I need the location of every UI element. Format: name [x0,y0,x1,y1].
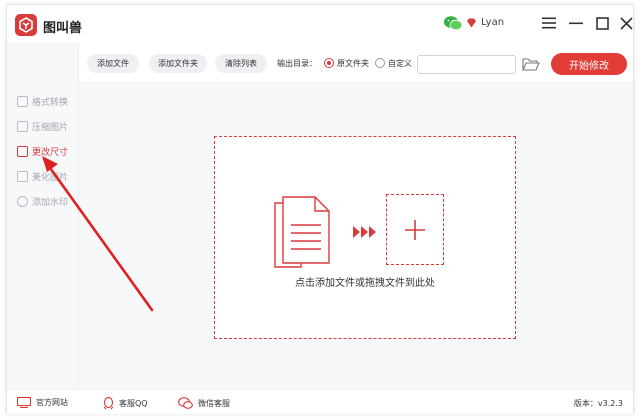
app-logo-icon [15,14,37,36]
official-website-link[interactable]: 官方网站 [17,397,68,408]
version-text: 版本：v3.2.3 [573,399,623,408]
app-title: 图叫兽 [43,21,83,36]
sidebar-item-label: 添加水印 [32,197,69,208]
folder-open-icon[interactable] [522,57,540,72]
minimize-icon [569,22,583,25]
resize-icon [17,145,28,157]
sidebar-item-label: 美化图片 [32,172,69,183]
service-qq-link[interactable]: 客服QQ [103,397,148,410]
sidebar-item-compress[interactable]: 压缩图片 [17,119,68,133]
plus-icon [405,219,425,240]
username[interactable]: Lyan [481,17,504,28]
output-path-input[interactable] [417,55,516,74]
add-file-button[interactable]: 添加文件 [87,54,139,73]
minimize-button[interactable] [567,14,585,32]
sidebar-item-watermark[interactable]: 添加水印 [17,194,68,208]
compress-icon [17,120,28,132]
radio-custom-label[interactable]: 自定义 [388,58,412,69]
add-file-box[interactable] [386,194,444,265]
sidebar-item-beautify[interactable]: 美化图片 [17,169,68,183]
main-area: 点击添加文件或拖拽文件到此处 [79,83,633,389]
convert-icon [17,95,28,107]
radio-original-folder[interactable] [324,58,334,68]
beautify-icon [17,170,28,182]
service-qq-label: 客服QQ [119,399,148,408]
status-bar: 官方网站 客服QQ 微信客服 版本：v3.2.3 [7,389,633,414]
sidebar: 格式转换 压缩图片 更改尺寸 美化图片 添加水印 [7,43,79,389]
sidebar-item-label: 格式转换 [32,97,69,108]
toolbar: 添加文件 添加文件夹 清除列表 输出目录： 原文件夹 自定义 开始修改 [79,43,633,83]
radio-original-folder-label[interactable]: 原文件夹 [337,58,369,69]
qq-penguin-icon [103,397,114,410]
maximize-button[interactable] [593,14,611,32]
start-modify-button[interactable]: 开始修改 [551,53,627,75]
wechat-service-icon [178,397,193,409]
title-bar: 图叫兽 Lyan [7,5,633,43]
service-wechat-label: 微信客服 [198,398,230,408]
radio-custom[interactable] [375,58,385,68]
monitor-icon [17,397,31,408]
sidebar-item-label: 压缩图片 [32,122,69,133]
documents-icon [274,196,330,268]
triple-arrow-icon [353,226,376,238]
output-dir-label: 输出目录： [277,59,317,68]
hamburger-icon [542,17,556,29]
menu-button[interactable] [540,14,558,32]
file-dropzone[interactable]: 点击添加文件或拖拽文件到此处 [214,136,516,339]
vip-diamond-icon [467,18,476,28]
sidebar-item-label: 更改尺寸 [32,147,69,158]
app-window: 图叫兽 Lyan 格式转换 压缩图片 更改尺寸 美化图片 添加水印 添加文件 添… [6,4,634,414]
sidebar-item-resize[interactable]: 更改尺寸 [17,144,68,158]
sidebar-item-format-convert[interactable]: 格式转换 [17,94,68,108]
close-icon [619,16,633,30]
official-website-label: 官方网站 [36,398,68,407]
clear-list-button[interactable]: 清除列表 [215,54,267,73]
close-button[interactable] [617,14,635,32]
maximize-icon [595,16,609,30]
add-folder-button[interactable]: 添加文件夹 [149,54,207,73]
wechat-icon[interactable] [443,15,463,31]
service-wechat-link[interactable]: 微信客服 [178,397,230,409]
watermark-icon [17,195,28,207]
dropzone-hint: 点击添加文件或拖拽文件到此处 [295,278,435,289]
